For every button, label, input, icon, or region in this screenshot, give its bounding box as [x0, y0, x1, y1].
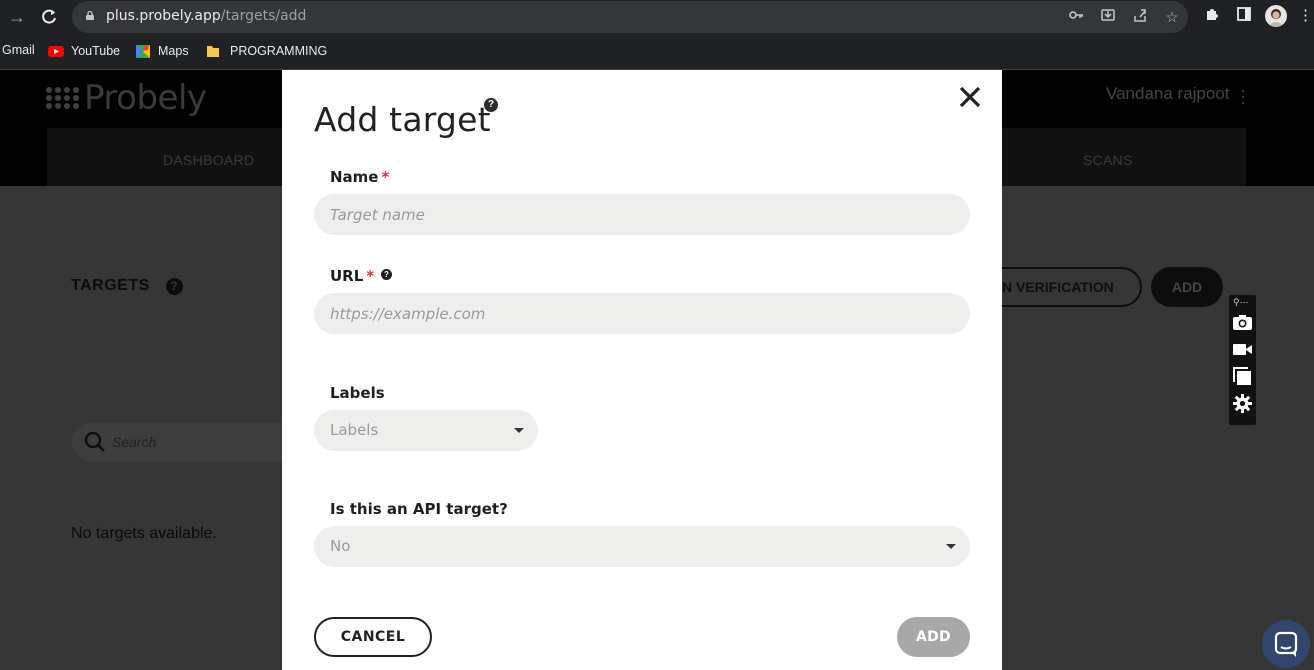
modal-title: Add target	[314, 100, 491, 139]
star-icon[interactable]: ☆	[1162, 7, 1182, 27]
camera-icon[interactable]	[1232, 312, 1253, 333]
copy-icon[interactable]	[1232, 366, 1253, 387]
add-button[interactable]: ADD	[897, 617, 970, 657]
address-bar[interactable]: plus.probely.app/targets/add ☆	[72, 1, 1188, 33]
targets-heading: TARGETS ?	[71, 277, 183, 295]
sidepanel-icon[interactable]	[1234, 6, 1254, 26]
bookmark-youtube[interactable]: YouTube	[48, 43, 120, 59]
video-icon[interactable]	[1232, 339, 1253, 360]
nav-dashboard[interactable]: DASHBOARD	[163, 152, 254, 168]
labels-select[interactable]: Labels	[314, 410, 538, 451]
maps-icon	[136, 45, 150, 58]
profile-avatar[interactable]	[1265, 5, 1287, 27]
api-target-label: Is this an API target?	[330, 500, 508, 518]
install-icon[interactable]	[1098, 7, 1118, 27]
reload-icon[interactable]	[38, 6, 60, 28]
probely-logo: Probely	[46, 78, 207, 118]
browser-menu-icon[interactable]: ⋮	[1298, 6, 1313, 26]
bookmark-gmail[interactable]: Gmail	[2, 43, 35, 57]
extensions-icon[interactable]	[1202, 6, 1222, 26]
url-text: plus.probely.app/targets/add	[106, 8, 307, 24]
url-label: URL *	[330, 267, 375, 285]
labels-placeholder: Labels	[330, 421, 379, 439]
forward-icon[interactable]: →	[6, 6, 28, 28]
bookmark-programming[interactable]: PROGRAMMING	[205, 43, 327, 59]
search-input[interactable]: Search	[72, 423, 312, 461]
url-input[interactable]	[314, 293, 970, 334]
chat-button[interactable]	[1262, 620, 1310, 668]
search-icon	[84, 431, 105, 452]
labels-label: Labels	[330, 384, 385, 402]
empty-message: No targets available.	[71, 525, 217, 542]
name-input[interactable]	[314, 194, 970, 235]
name-label: Name *	[330, 168, 390, 186]
folder-icon	[207, 46, 219, 57]
api-target-select[interactable]: No	[314, 526, 970, 567]
share-icon[interactable]	[1130, 7, 1150, 27]
gear-icon[interactable]	[1232, 393, 1253, 414]
chat-icon	[1274, 631, 1298, 657]
chevron-down-icon	[514, 428, 524, 433]
user-menu-icon[interactable]: · · ·	[1240, 81, 1246, 111]
user-name[interactable]: Vandana rajpoot	[1106, 84, 1230, 104]
add-target-modal: Add target ? Name* URL* ? Labels Labels …	[282, 70, 1002, 670]
lock-icon	[86, 11, 94, 20]
chevron-down-icon	[946, 544, 956, 549]
help-icon[interactable]: ?	[484, 98, 498, 112]
cancel-button[interactable]: CANCEL	[314, 617, 432, 657]
key-icon[interactable]	[1066, 7, 1086, 27]
api-target-value: No	[330, 537, 351, 555]
capture-toolbar: ⚲⋯	[1229, 295, 1256, 425]
help-icon[interactable]: ?	[165, 277, 183, 295]
nav-scans[interactable]: SCANS	[1083, 152, 1133, 168]
url-help-icon[interactable]: ?	[381, 269, 392, 280]
add-target-button[interactable]: ADD	[1151, 267, 1223, 307]
youtube-icon	[48, 46, 64, 57]
bookmarks-bar: Gmail YouTube Maps PROGRAMMING	[0, 34, 1314, 70]
bookmark-maps[interactable]: Maps	[135, 43, 189, 59]
close-icon[interactable]	[957, 82, 983, 112]
toolbar-more-icon[interactable]: ⚲⋯	[1233, 297, 1249, 308]
browser-toolbar: → plus.probely.app/targets/add ☆ ⋮	[0, 0, 1314, 34]
